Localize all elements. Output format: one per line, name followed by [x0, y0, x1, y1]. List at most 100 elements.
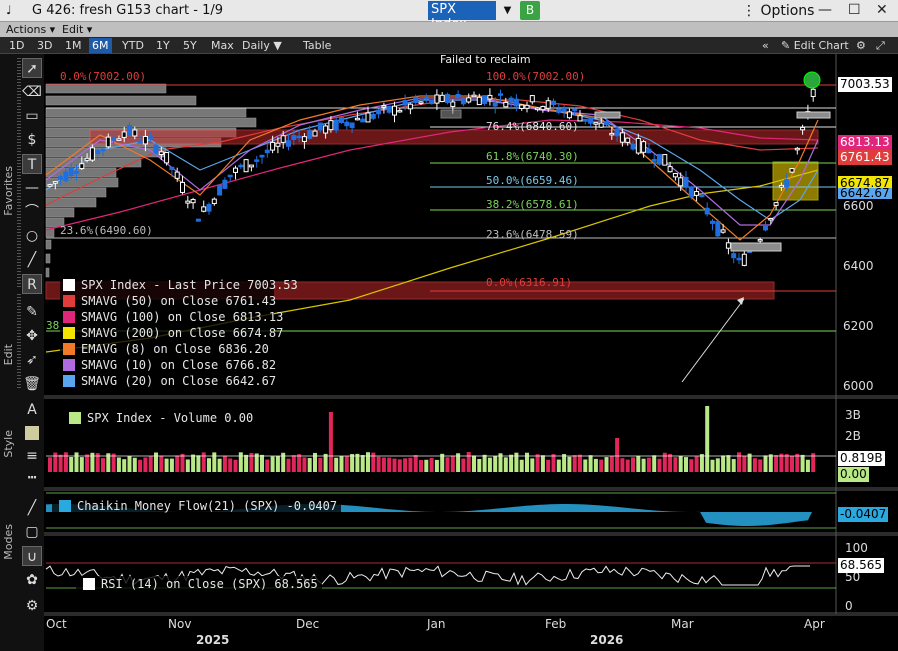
frequency-select[interactable]: Daily ▼ [239, 38, 285, 53]
range-5y-button[interactable]: 5Y [180, 38, 200, 53]
candle-body [646, 148, 652, 154]
legend-row-last-price[interactable]: SPX Index - Last Price 7003.53 [60, 277, 298, 293]
fib-label[interactable]: 38 [46, 319, 59, 332]
range-max-button[interactable]: Max [208, 38, 237, 53]
minimize-button[interactable]: — [818, 2, 832, 18]
fib-label[interactable]: 61.8%(6740.30) [486, 150, 579, 163]
more-options-icon[interactable]: ┅ [22, 468, 42, 488]
options-menu[interactable]: ⋮ Options [742, 3, 814, 19]
volume-bar [217, 458, 222, 472]
month-label: Oct [46, 617, 67, 631]
dash-line-icon[interactable]: ╱ [22, 498, 42, 518]
volume-bar [270, 456, 275, 472]
range-ytd-button[interactable]: YTD [119, 38, 147, 53]
swatch-icon [63, 311, 75, 323]
legend-row-sma200[interactable]: SMAVG (200) on Close 6674.87 [60, 325, 283, 341]
fib-label[interactable]: 0.0%(7002.00) [60, 70, 146, 83]
text-tool-icon[interactable]: T [22, 154, 42, 174]
candle-body [439, 94, 445, 103]
pen-tool-icon[interactable]: ✎ [22, 302, 42, 322]
volume-bar [222, 455, 227, 472]
candle-body [604, 121, 609, 125]
arc-tool-icon[interactable]: ⌒ [22, 202, 42, 222]
table-button[interactable]: Table [300, 38, 334, 53]
failed-to-reclaim-note[interactable]: Failed to reclaim [440, 53, 531, 66]
r-tool-icon[interactable]: R [22, 274, 42, 294]
candle-body [535, 107, 541, 111]
candle-body [296, 135, 302, 139]
rectangle-tool-icon[interactable]: ▭ [22, 106, 42, 126]
fib-label[interactable]: 0.0%(6316.91) [486, 276, 572, 289]
select-arrow-icon[interactable]: ➶ [22, 350, 42, 370]
volume-bar [795, 453, 800, 472]
expand-icon[interactable]: ⤢ [876, 38, 885, 53]
volume-bar [737, 452, 741, 472]
magnet-icon[interactable]: ∪ [22, 546, 42, 566]
candle-body [402, 100, 408, 106]
rsi-legend[interactable]: RSI (14) on Close (SPX) 68.565 [76, 576, 322, 592]
eraser-tool-icon[interactable]: ⌫ [22, 82, 42, 102]
volume-bar [307, 458, 312, 472]
color-palette-icon[interactable]: ✿ [22, 570, 42, 590]
gear-icon[interactable]: ⚙ [856, 38, 866, 53]
fib-label[interactable]: 23.6%(6490.60) [60, 224, 153, 237]
collapse-icon[interactable]: « [762, 38, 769, 53]
range-1d-button[interactable]: 1D [6, 38, 27, 53]
month-label: Mar [671, 617, 694, 631]
range-3d-button[interactable]: 3D [34, 38, 55, 53]
edit-chart-button[interactable]: ✎ Edit Chart [781, 38, 849, 53]
text-style-icon[interactable]: A [22, 400, 42, 420]
candle-body [84, 157, 90, 161]
fib-label[interactable]: 23.6%(6478.59) [486, 228, 579, 241]
candle-body [699, 194, 705, 198]
horizontal-line-tool-icon[interactable]: — [22, 178, 42, 198]
edit-menu[interactable]: Edit ▾ [62, 23, 92, 36]
range-1m-button[interactable]: 1M [62, 38, 85, 53]
volume-bar [768, 454, 773, 472]
legend-row-sma100[interactable]: SMAVG (100) on Close 6813.13 [60, 309, 283, 325]
maximize-button[interactable]: ☐ [848, 2, 861, 18]
cmf-legend[interactable]: Chaikin Money Flow(21) (SPX) -0.0407 [52, 498, 342, 514]
color-swatch-icon[interactable] [22, 423, 42, 443]
range-6m-button[interactable]: 6M [89, 38, 112, 53]
actions-menu[interactable]: Actions ▾ [6, 23, 55, 36]
volume-bar [79, 457, 84, 472]
b-button[interactable]: B [520, 1, 540, 20]
candle-body [344, 121, 350, 127]
candle-body [794, 147, 800, 151]
candle-body [683, 177, 689, 188]
trend-line-tool-icon[interactable]: ╱ [22, 250, 42, 270]
range-1y-button[interactable]: 1Y [153, 38, 173, 53]
dollar-label-tool-icon[interactable]: $ [22, 130, 42, 150]
fib-label[interactable]: 100.0%(7002.00) [486, 70, 585, 83]
volume-bar [540, 455, 545, 472]
circle-tool-icon[interactable]: ○ [22, 226, 42, 246]
candle-body [201, 206, 207, 212]
volume-bar [164, 458, 169, 472]
close-button[interactable]: ✕ [876, 2, 888, 18]
fib-label[interactable]: 50.0%(6659.46) [486, 174, 579, 187]
candle-body [741, 253, 747, 266]
annotate-icon[interactable]: ▢ [22, 522, 42, 542]
volume-legend[interactable]: SPX Index - Volume 0.00 [62, 410, 258, 426]
legend-row-sma20[interactable]: SMAVG (20) on Close 6642.67 [60, 373, 276, 389]
candle-body [328, 120, 334, 131]
palette-grip[interactable] [17, 58, 21, 288]
candle-body [95, 149, 101, 155]
fib-label[interactable]: 76.4%(6840.60) [486, 120, 579, 133]
fib-label[interactable]: 38.2%(6578.61) [486, 198, 579, 211]
legend-row-sma50[interactable]: SMAVG (50) on Close 6761.43 [60, 293, 276, 309]
palette-grip-edit[interactable] [17, 294, 21, 389]
legend-row-ema8[interactable]: EMAVG (8) on Close 6836.20 [60, 341, 274, 357]
gear-tool-icon[interactable]: ⚙ [22, 596, 42, 616]
style-label: Style [2, 430, 15, 458]
ticker-input[interactable]: SPX Index [428, 1, 496, 32]
pointer-tool-icon[interactable]: ➚ [22, 58, 42, 78]
price-tick: 6000 [843, 379, 874, 393]
ema8-line [45, 95, 819, 241]
move-tool-icon[interactable]: ✥ [22, 326, 42, 346]
ticker-dropdown-icon[interactable]: ▼ [500, 1, 515, 20]
trash-icon[interactable]: 🗑 [22, 374, 42, 394]
legend-row-sma10[interactable]: SMAVG (10) on Close 6766.82 [60, 357, 276, 373]
line-weight-icon[interactable]: ≡ [22, 446, 42, 466]
